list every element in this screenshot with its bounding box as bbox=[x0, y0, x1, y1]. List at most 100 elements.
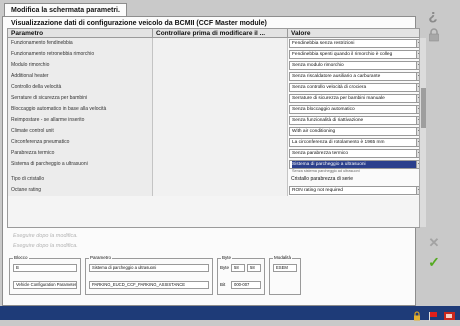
tab-bar: Modifica la schermata parametri. bbox=[0, 0, 460, 17]
table-header: Parametro Controllare prima di modificar… bbox=[8, 29, 419, 38]
table-row[interactable]: Circonferenza pneumatico La circonferenza… bbox=[8, 137, 419, 148]
dropdown-option[interactable]: Senza sistema parcheggio ad ultrasuoni bbox=[292, 169, 360, 173]
table-row[interactable]: Reimpostare - se allarme inserito Senza f… bbox=[8, 115, 419, 126]
modalita-group: Modalità ESEM bbox=[269, 255, 301, 295]
table-row[interactable]: Funzionamento fendinebbia Fendinebbia sen… bbox=[8, 38, 419, 49]
parametro-group: Parametro Sistema di parcheggio a ultras… bbox=[85, 255, 213, 295]
note-eseguire-1: Eseguire dopo la modifica. bbox=[13, 233, 78, 239]
value-cell: Fendinebbia senza restrizioni bbox=[288, 38, 419, 49]
byte-row1-value-2: 58 bbox=[247, 264, 261, 272]
value-cell: With air conditioning bbox=[288, 126, 419, 137]
table-row[interactable]: Additional heater Senza riscaldatore ausi… bbox=[8, 71, 419, 82]
value-dropdown[interactable]: Senza parabrezza termico bbox=[289, 149, 419, 158]
value-cell: Senza controllo velocità di crociera bbox=[288, 82, 419, 93]
param-name-cell: Octane rating bbox=[8, 185, 153, 196]
confirm-icon[interactable]: ✓ bbox=[428, 255, 440, 269]
taskbar-flag-icon[interactable] bbox=[428, 308, 438, 321]
taskbar bbox=[0, 306, 460, 321]
lock-icon[interactable] bbox=[428, 28, 440, 42]
check-cell bbox=[153, 104, 288, 115]
value-dropdown[interactable]: Serrature di sicurezza per bambini manua… bbox=[289, 94, 419, 103]
value-dropdown[interactable]: Fendinebbia spenti quando il rimorchio è… bbox=[289, 50, 419, 59]
table-row[interactable]: Tipo di cristallo Cristallo parabrezza di… bbox=[8, 174, 419, 185]
parametro-value: Sistema di parcheggio a ultrasuoni bbox=[89, 264, 209, 272]
taskbar-lock-icon[interactable] bbox=[412, 308, 422, 321]
param-name-cell: Controllo della velocità bbox=[8, 82, 153, 93]
table-row[interactable]: Parabrezza termico Senza parabrezza termi… bbox=[8, 148, 419, 159]
header-controllare: Controllare prima di modificare il ... bbox=[153, 29, 288, 38]
value-dropdown-text: Senza controllo velocità di crociera bbox=[292, 85, 367, 90]
table-row[interactable]: Sistema di parcheggio a ultrasuoni Sistem… bbox=[8, 159, 419, 174]
byte-row2-label: Bit bbox=[220, 282, 226, 287]
check-cell bbox=[153, 82, 288, 93]
table-body: Funzionamento fendinebbia Fendinebbia sen… bbox=[8, 38, 419, 227]
modalita-label: Modalità bbox=[273, 255, 293, 261]
value-dropdown[interactable]: Senza bloccaggio automatico bbox=[289, 105, 419, 114]
header-valore: Valore bbox=[291, 30, 311, 37]
taskbar-app-icon[interactable] bbox=[444, 308, 455, 320]
value-dropdown-text: Senza bloccaggio automatico bbox=[292, 107, 355, 112]
check-cell bbox=[153, 115, 288, 126]
scrollbar-thumb[interactable] bbox=[421, 88, 426, 128]
param-name-cell: Circonferenza pneumatico bbox=[8, 137, 153, 148]
value-dropdown[interactable]: RON rating not required bbox=[289, 186, 419, 195]
value-dropdown[interactable]: With air conditioning bbox=[289, 127, 419, 136]
value-cell: Senza funzionalità di riattivazione bbox=[288, 115, 419, 126]
value-dropdown-text: With air conditioning bbox=[292, 129, 336, 134]
table-row[interactable]: Climate control unit With air conditionin… bbox=[8, 126, 419, 137]
value-dropdown[interactable]: Senza controllo velocità di crociera bbox=[289, 83, 419, 92]
check-cell bbox=[153, 174, 288, 185]
value-dropdown[interactable]: Senza riscaldatore ausiliario a carburan… bbox=[289, 72, 419, 81]
parametro-label: Parametro bbox=[89, 255, 113, 261]
check-cell bbox=[153, 49, 288, 60]
check-cell bbox=[153, 137, 288, 148]
check-cell bbox=[153, 60, 288, 71]
table-row[interactable]: Octane rating RON rating not required bbox=[8, 185, 419, 196]
value-cell: Senza modulo rimorchio bbox=[288, 60, 419, 71]
check-cell bbox=[153, 38, 288, 49]
param-name-cell: Reimpostare - se allarme inserito bbox=[8, 115, 153, 126]
parameters-panel: Visualizzazione dati di configurazione v… bbox=[2, 16, 426, 306]
param-name-cell: Tipo di cristallo bbox=[8, 174, 153, 185]
parametro-id: PARKING_EUCD_CCF_PARKING_ASSISTANCE bbox=[89, 281, 209, 289]
table-row[interactable]: Controllo della velocità Senza controllo … bbox=[8, 82, 419, 93]
value-cell: Sistema di parcheggio a ultrasuoni Senza … bbox=[288, 159, 419, 174]
value-cell: Senza parabrezza termico bbox=[288, 148, 419, 159]
header-parametro: Parametro bbox=[8, 29, 153, 38]
table-row[interactable]: Bloccaggio automatico in base alla veloc… bbox=[8, 104, 419, 115]
help-icon[interactable]: ¿ bbox=[426, 8, 440, 23]
table-row[interactable]: Serrature di sicurezza per bambini Serrat… bbox=[8, 93, 419, 104]
value-dropdown[interactable]: Senza modulo rimorchio bbox=[289, 61, 419, 70]
param-name-cell: Sistema di parcheggio a ultrasuoni bbox=[8, 159, 153, 174]
value-dropdown-text: RON rating not required bbox=[292, 188, 343, 193]
note-eseguire-2: Eseguire dopo la modifica. bbox=[13, 243, 78, 249]
value-dropdown-text: Sistema di parcheggio a ultrasuoni bbox=[292, 161, 416, 168]
param-name-cell: Climate control unit bbox=[8, 126, 153, 137]
value-dropdown[interactable]: Fendinebbia senza restrizioni bbox=[289, 39, 419, 48]
param-name-cell: Serrature di sicurezza per bambini bbox=[8, 93, 153, 104]
byte-label: Byte bbox=[221, 255, 233, 261]
table-scrollbar[interactable] bbox=[419, 38, 426, 227]
value-dropdown-text: Senza parabrezza termico bbox=[292, 151, 348, 156]
value-dropdown[interactable]: La circonferenza di rotolamento è 1965 m… bbox=[289, 138, 419, 147]
value-dropdown[interactable]: Senza funzionalità di riattivazione bbox=[289, 116, 419, 125]
value-dropdown-text: Senza funzionalità di riattivazione bbox=[292, 118, 364, 123]
check-cell bbox=[153, 185, 288, 196]
value-dropdown-text: La circonferenza di rotolamento è 1965 m… bbox=[292, 140, 385, 145]
tab-modifica-parametri[interactable]: Modifica la schermata parametri. bbox=[4, 3, 127, 17]
param-name-cell: Modulo rimorchio bbox=[8, 60, 153, 71]
table-row[interactable]: Modulo rimorchio Senza modulo rimorchio bbox=[8, 60, 419, 71]
value-cell: Serrature di sicurezza per bambini manua… bbox=[288, 93, 419, 104]
blocco-group: Blocco B Vehicle Configuration Parameter… bbox=[9, 255, 81, 295]
modalita-value: ESEM bbox=[273, 264, 297, 272]
table-row[interactable]: Funzionamento retronebbia rimorchio Fendi… bbox=[8, 49, 419, 60]
param-name-cell: Funzionamento fendinebbia bbox=[8, 38, 153, 49]
value-dropdown[interactable]: Sistema di parcheggio a ultrasuoni bbox=[289, 160, 419, 169]
byte-row2-value: 000-007 bbox=[231, 281, 261, 289]
value-cell: RON rating not required bbox=[288, 185, 419, 196]
value-dropdown-text: Senza riscaldatore ausiliario a carburan… bbox=[292, 74, 381, 79]
cancel-icon[interactable]: ✕ bbox=[428, 236, 440, 249]
value-dropdown-text: Senza modulo rimorchio bbox=[292, 63, 344, 68]
value-cell: Senza bloccaggio automatico bbox=[288, 104, 419, 115]
byte-row1-value-1: 58 bbox=[231, 264, 245, 272]
